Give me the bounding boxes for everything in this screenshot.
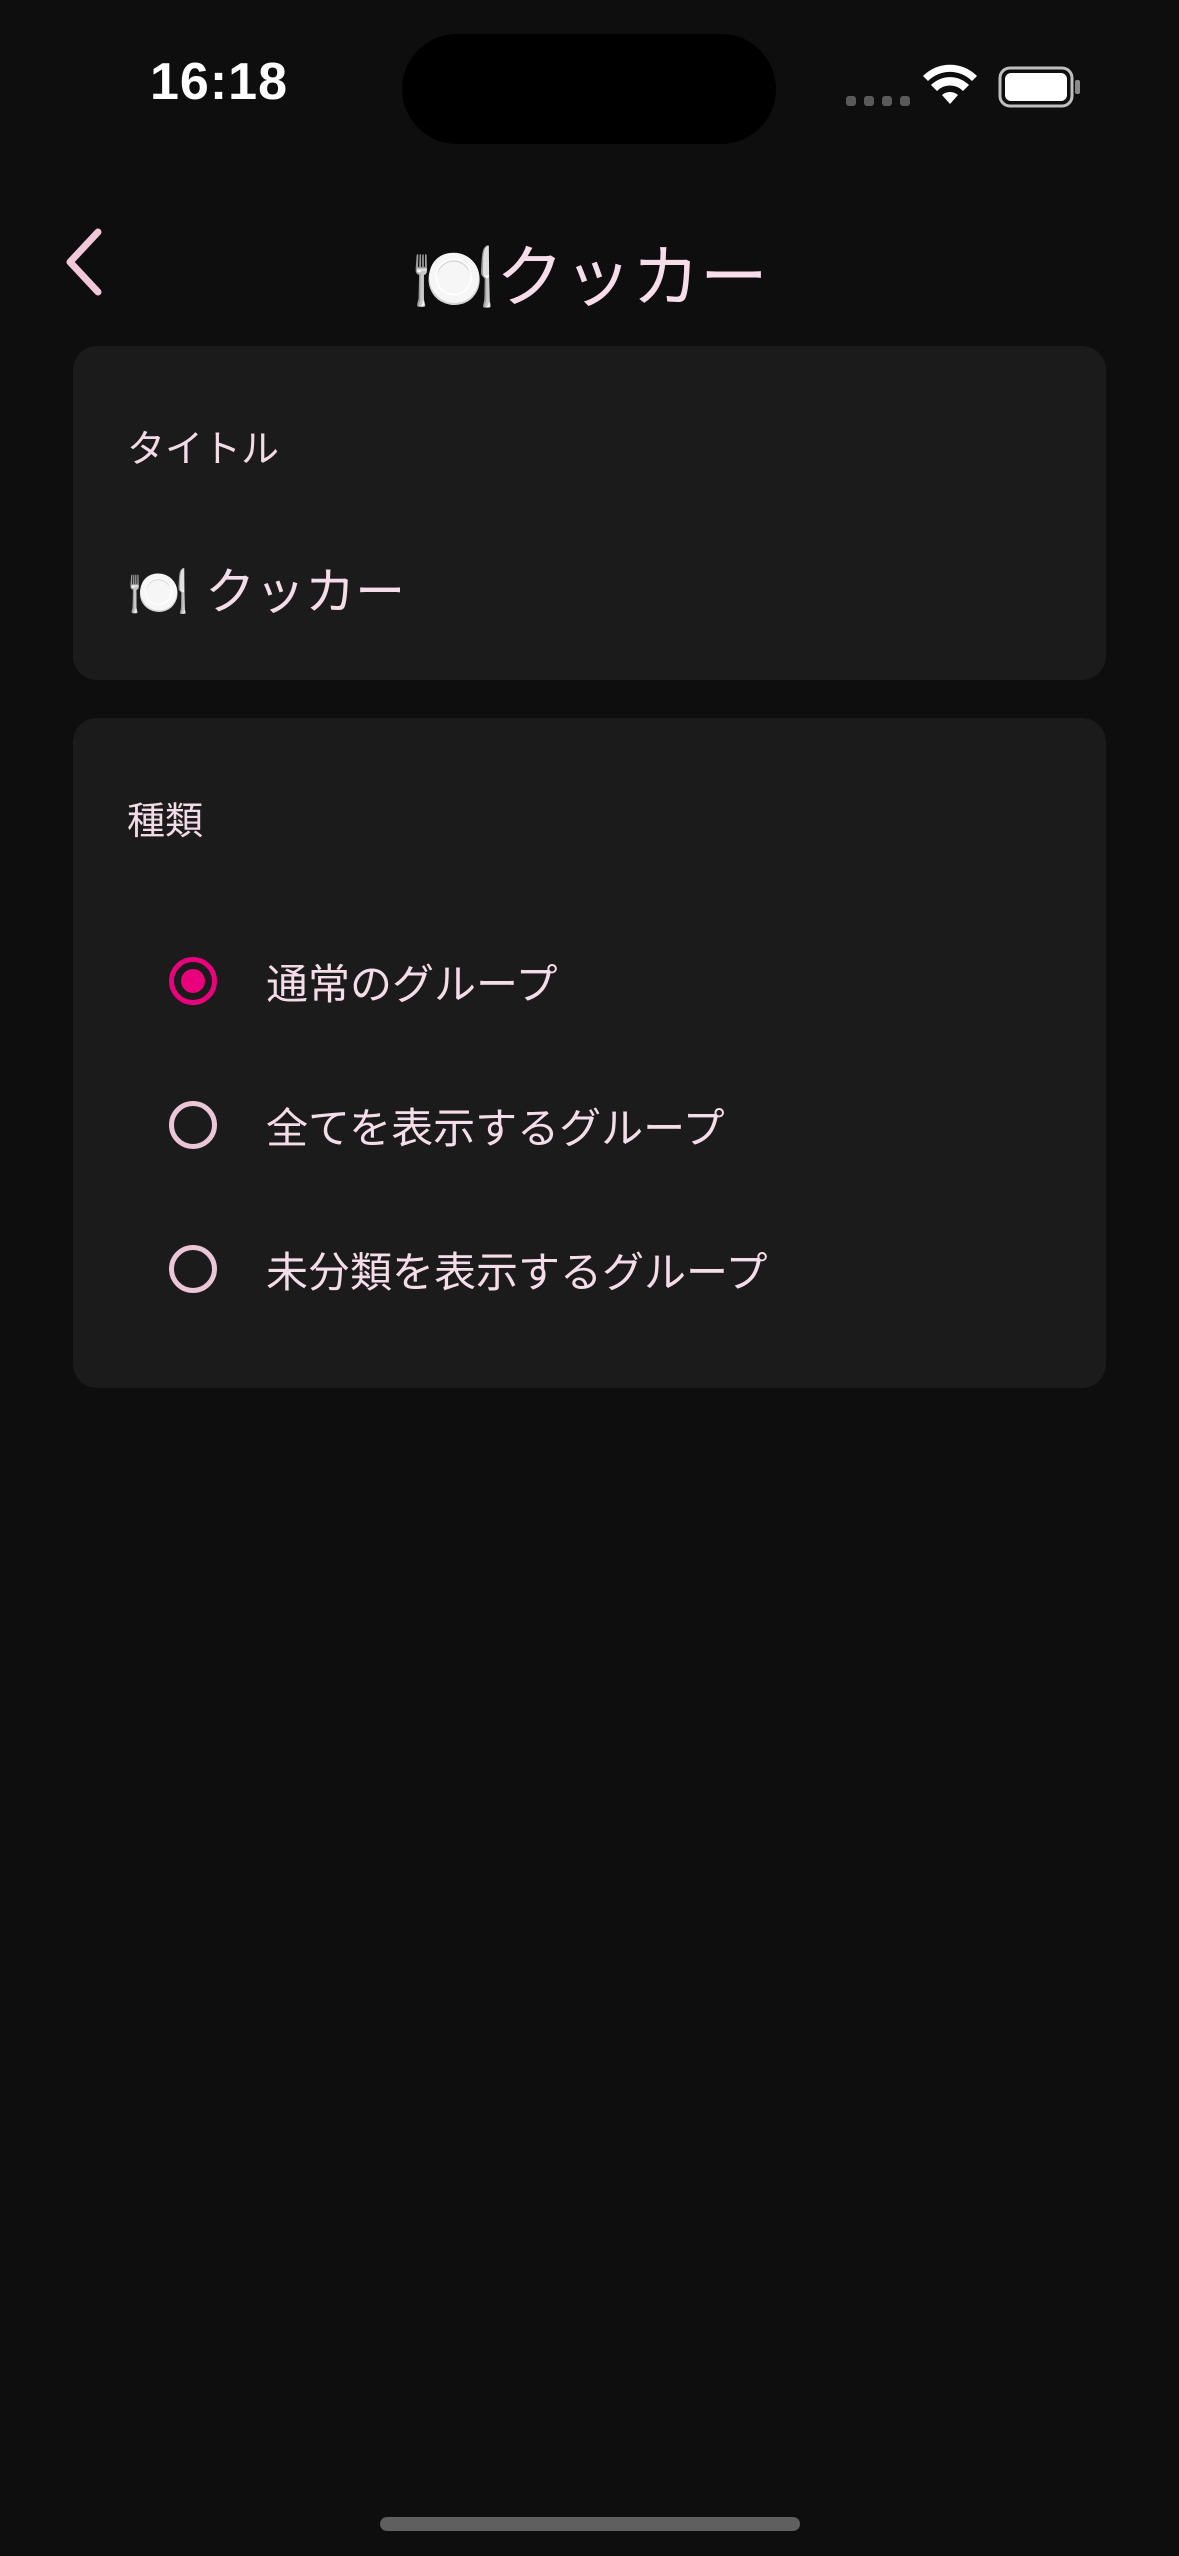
title-label: タイトル (127, 427, 280, 471)
type-option-label: 全てを表示するグループ (266, 1103, 725, 1153)
type-option-normal[interactable]: 通常のグループ (169, 936, 557, 1026)
type-option-label: 未分類を表示するグループ (266, 1247, 768, 1297)
status-time: 16:18 (150, 53, 288, 111)
title-input[interactable]: 🍽️ クッカー (127, 552, 1047, 624)
type-label: 種類 (127, 799, 204, 843)
dynamic-island (402, 34, 776, 144)
type-option-uncategorized[interactable]: 未分類を表示するグループ (169, 1224, 767, 1314)
type-option-all[interactable]: 全てを表示するグループ (169, 1080, 725, 1170)
battery-icon (998, 66, 1080, 108)
title-card: タイトル 🍽️ クッカー (73, 346, 1106, 680)
radio-unselected-icon[interactable] (169, 1245, 217, 1293)
home-indicator[interactable] (380, 2517, 800, 2531)
radio-unselected-icon[interactable] (169, 1101, 217, 1149)
cellular-signal-icon (846, 96, 910, 106)
radio-selected-icon[interactable] (169, 957, 217, 1005)
page-title: 🍽️クッカー (411, 239, 768, 318)
type-option-label: 通常のグループ (266, 959, 558, 1009)
wifi-icon (923, 64, 977, 104)
